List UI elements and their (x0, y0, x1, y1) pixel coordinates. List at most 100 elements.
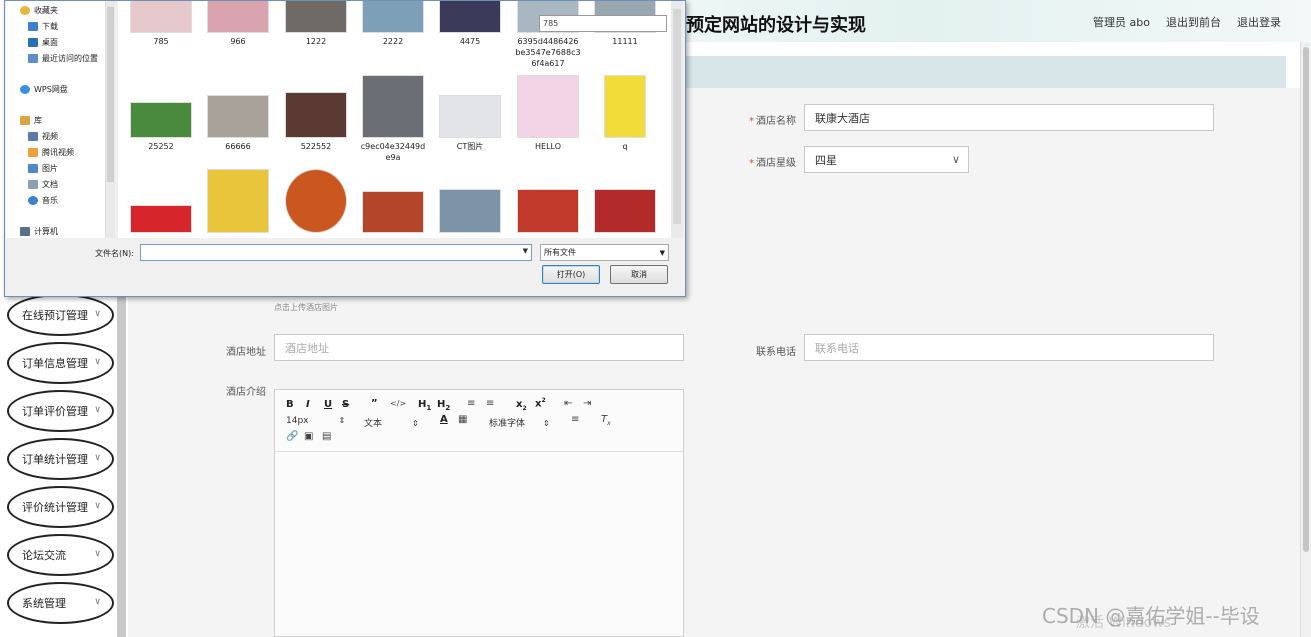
file-thumbnail (207, 169, 269, 233)
nav-item-wps-cloud[interactable]: WPS网盘 (20, 84, 68, 95)
file-item[interactable]: 2222 (360, 1, 426, 47)
file-item[interactable]: q (592, 75, 658, 152)
image-icon[interactable]: ▣ (304, 431, 313, 442)
nav-item-music[interactable]: 音乐 (28, 195, 58, 206)
sidebar-item-order-review[interactable]: 订单评价管理 ∨ (7, 390, 114, 432)
cancel-button[interactable]: 取消 (610, 265, 668, 284)
file-thumbnail (285, 169, 347, 233)
open-button[interactable]: 打开(O) (542, 265, 600, 284)
sidebar-item-system[interactable]: 系统管理 ∨ (7, 582, 114, 624)
font-color-icon[interactable]: A (440, 414, 448, 425)
superscript-icon[interactable]: x2 (535, 397, 546, 409)
nav-item-computer[interactable]: 计算机 (20, 226, 58, 237)
file-item[interactable] (205, 169, 271, 233)
heading2-icon[interactable]: H2 (437, 399, 450, 412)
strikethrough-icon[interactable]: S (342, 399, 349, 410)
download-folder-icon (28, 22, 38, 31)
filetype-select[interactable]: 所有文件 ▼ (540, 244, 669, 261)
chevron-down-icon: ∨ (94, 453, 101, 463)
to-front-link[interactable]: 退出到前台 (1166, 14, 1221, 30)
page-scrollbar[interactable] (1300, 42, 1311, 637)
recent-places-icon (28, 54, 38, 63)
code-icon[interactable]: </> (390, 399, 406, 408)
file-item[interactable]: 1222 (283, 1, 349, 47)
file-item[interactable]: 785 (128, 1, 194, 47)
file-item[interactable] (360, 191, 426, 233)
file-item[interactable]: 66666 (205, 95, 271, 152)
file-grid-scrollbar[interactable] (671, 1, 683, 238)
nav-item-desktop[interactable]: 桌面 (28, 37, 58, 48)
text-style-select[interactable]: 文本 ⇕ (364, 416, 419, 429)
file-item[interactable]: CT图片 (437, 95, 503, 152)
sidebar-item-online-booking[interactable]: 在线预订管理 ∨ (7, 294, 114, 336)
font-size-select[interactable]: 14px ⇕ (286, 416, 345, 426)
link-icon[interactable]: 🔗 (286, 431, 298, 442)
nav-item-favorites[interactable]: 收藏夹 (20, 5, 58, 16)
bold-icon[interactable]: B (286, 399, 294, 410)
nav-scrollbar-thumb[interactable] (107, 7, 114, 182)
cloud-icon (20, 85, 30, 94)
sidebar-item-label: 论坛交流 (22, 549, 66, 562)
file-item[interactable]: 4475 (437, 1, 503, 47)
font-family-select[interactable]: 标准字体 ⇕ (489, 416, 550, 429)
italic-icon[interactable]: I (306, 399, 310, 410)
subscript-icon[interactable]: x2 (516, 399, 527, 412)
hotel-star-select[interactable]: 四星 ∨ (804, 146, 969, 173)
nav-item-videos[interactable]: 视频 (28, 131, 58, 142)
sidebar-item-label: 系统管理 (22, 597, 66, 610)
filename-input[interactable]: ▼ (140, 244, 532, 261)
file-item[interactable] (515, 189, 581, 233)
file-thumbnail (207, 95, 269, 138)
file-item[interactable]: 25252 (128, 102, 194, 152)
file-thumbnail (594, 189, 656, 233)
file-thumbnail (285, 1, 347, 33)
file-item[interactable] (437, 189, 503, 233)
file-item[interactable] (128, 205, 194, 233)
nav-item-pictures[interactable]: 图片 (28, 163, 58, 174)
sidebar-item-order-stats[interactable]: 订单统计管理 ∨ (7, 438, 114, 480)
clear-format-icon[interactable]: Tx (601, 414, 611, 427)
phone-input[interactable]: 联系电话 (804, 334, 1214, 361)
nav-item-recent[interactable]: 最近访问的位置 (28, 53, 98, 64)
nav-item-tencent-video[interactable]: 腾讯视频 (28, 147, 74, 158)
sidebar-scrollbar[interactable] (117, 290, 126, 637)
video-icon[interactable]: ▤ (322, 431, 331, 442)
file-grid-scrollbar-thumb[interactable] (673, 9, 681, 224)
indent-icon[interactable]: ⇥ (583, 398, 591, 409)
required-mark: * (749, 116, 754, 127)
file-item[interactable]: HELLO (515, 75, 581, 152)
filename-label: 文件名(N): (95, 249, 134, 258)
heading1-icon[interactable]: H1 (418, 399, 431, 412)
file-item[interactable]: 966 (205, 1, 271, 47)
logout-link[interactable]: 退出登录 (1237, 14, 1281, 30)
file-thumbnail (439, 95, 501, 138)
chevron-down-icon: ∨ (94, 597, 101, 607)
file-item[interactable] (283, 169, 349, 233)
nav-item-documents[interactable]: 文档 (28, 179, 58, 190)
outdent-icon[interactable]: ⇤ (564, 398, 572, 409)
chevron-down-icon[interactable]: ▼ (523, 247, 528, 255)
file-item[interactable] (592, 189, 658, 233)
align-icon[interactable]: ≡ (571, 414, 579, 425)
file-item[interactable]: 6395d4486426be3547e7688c36f4a617 (515, 1, 581, 69)
page-scrollbar-thumb[interactable] (1303, 47, 1309, 552)
bullet-list-icon[interactable]: ≡ (486, 398, 494, 409)
address-input[interactable]: 酒店地址 (274, 334, 684, 361)
nav-item-downloads[interactable]: 下载 (28, 21, 58, 32)
chevron-down-icon: ∨ (94, 357, 101, 367)
nav-scrollbar[interactable] (105, 1, 115, 238)
ordered-list-icon[interactable]: ≡ (467, 398, 475, 409)
sidebar-item-review-stats[interactable]: 评价统计管理 ∨ (7, 486, 114, 528)
quote-icon[interactable]: ” (371, 398, 378, 409)
file-item[interactable]: 522552 (283, 92, 349, 152)
sidebar-item-label: 在线预订管理 (22, 309, 88, 322)
sidebar-item-order-info[interactable]: 订单信息管理 ∨ (7, 342, 114, 384)
hotel-name-input[interactable]: 联康大酒店 (804, 104, 1214, 131)
rich-text-editor[interactable]: B I U S ” </> H1 H2 ≡ ≡ x2 x2 ⇤ ⇥ 14px ⇕ … (274, 389, 684, 637)
nav-item-libraries[interactable]: 库 (20, 115, 42, 126)
sidebar-item-forum[interactable]: 论坛交流 ∨ (7, 534, 114, 576)
underline-icon[interactable]: U (324, 399, 332, 410)
csdn-watermark: CSDN @嘉佑学姐--毕设 (1042, 604, 1260, 628)
background-color-icon[interactable]: ▦ (458, 414, 467, 425)
file-item[interactable]: c9ec04e32449de9a (360, 75, 426, 163)
